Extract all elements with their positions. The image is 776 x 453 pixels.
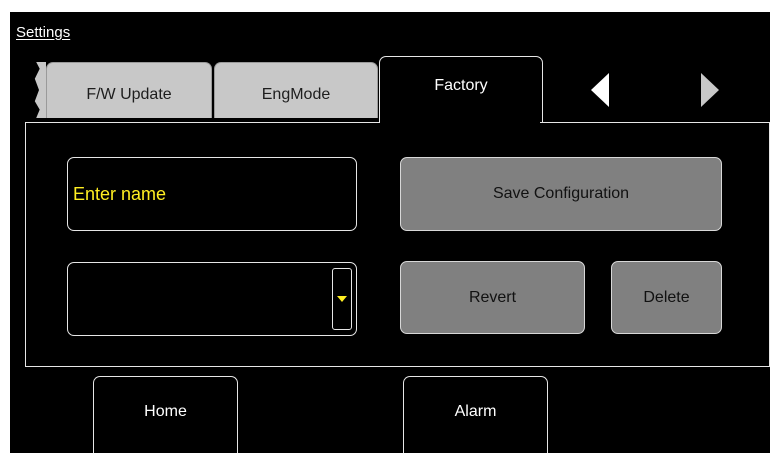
tab-fw-update[interactable]: F/W Update <box>46 62 212 118</box>
tab-prev-button[interactable] <box>580 68 620 112</box>
active-tab-joint <box>380 121 540 125</box>
settings-screen: Settings F/W Update EngMode Factory Ente… <box>0 0 776 453</box>
tab-next-button[interactable] <box>690 68 730 112</box>
tab-engmode[interactable]: EngMode <box>214 62 378 118</box>
page-title[interactable]: Settings <box>16 24 70 41</box>
factory-tab-content <box>25 122 770 367</box>
right-triangle-icon <box>701 73 719 107</box>
home-button[interactable]: Home <box>93 376 238 453</box>
alarm-button[interactable]: Alarm <box>403 376 548 453</box>
left-triangle-icon <box>591 73 609 107</box>
tab-factory[interactable]: Factory <box>379 56 543 122</box>
